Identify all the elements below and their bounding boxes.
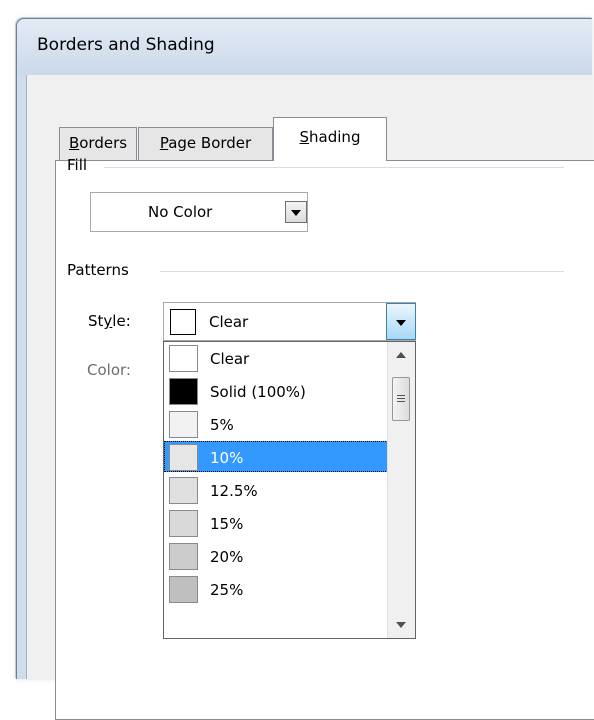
list-item[interactable]: 15%	[164, 507, 388, 538]
style-options-list[interactable]: Clear Solid (100%) 5% 10% 12.5% 15% 20% …	[163, 341, 416, 639]
title-bar[interactable]: Borders and Shading	[17, 19, 592, 75]
style-dropdown[interactable]: Clear	[163, 302, 416, 341]
pattern-swatch	[169, 345, 198, 372]
style-dropdown-button[interactable]	[386, 303, 416, 340]
style-label: Style:	[88, 312, 131, 330]
style-swatch	[170, 309, 196, 335]
list-item[interactable]: 20%	[164, 540, 388, 571]
pattern-swatch	[169, 510, 198, 537]
pattern-swatch	[169, 477, 198, 504]
list-item[interactable]: 5%	[164, 408, 388, 439]
chevron-down-icon	[291, 210, 301, 216]
fill-color-dropdown[interactable]: No Color	[90, 192, 308, 232]
grip-line	[397, 395, 405, 396]
grip-line	[397, 398, 405, 399]
tab-page-border[interactable]: Page Border	[138, 127, 273, 160]
chevron-down-icon	[396, 319, 406, 326]
tab-shading[interactable]: Shading	[273, 117, 387, 161]
list-item[interactable]: Clear	[164, 342, 388, 373]
pattern-swatch	[169, 543, 198, 570]
scroll-thumb[interactable]	[392, 377, 410, 421]
patterns-section-label: Patterns	[67, 261, 129, 279]
color-label: Color:	[87, 361, 131, 379]
scroll-up-icon[interactable]	[396, 352, 406, 358]
pattern-swatch	[169, 411, 198, 438]
dialog-title: Borders and Shading	[37, 35, 215, 55]
list-item-selected[interactable]: 10%	[164, 441, 388, 472]
grip-line	[397, 401, 405, 402]
pattern-swatch	[169, 576, 198, 603]
fill-dropdown-button[interactable]	[285, 201, 307, 223]
fill-color-value: No Color	[148, 203, 213, 221]
list-item[interactable]: Solid (100%)	[164, 375, 388, 406]
fill-divider	[104, 167, 564, 168]
list-item[interactable]: 12.5%	[164, 474, 388, 505]
list-scrollbar[interactable]	[387, 342, 415, 638]
patterns-divider	[160, 271, 564, 272]
style-value: Clear	[209, 313, 249, 331]
scroll-down-icon[interactable]	[396, 622, 406, 628]
list-item[interactable]: 25%	[164, 573, 388, 604]
fill-section-label: Fill	[67, 156, 88, 174]
pattern-swatch	[169, 378, 198, 405]
pattern-swatch	[169, 444, 198, 471]
